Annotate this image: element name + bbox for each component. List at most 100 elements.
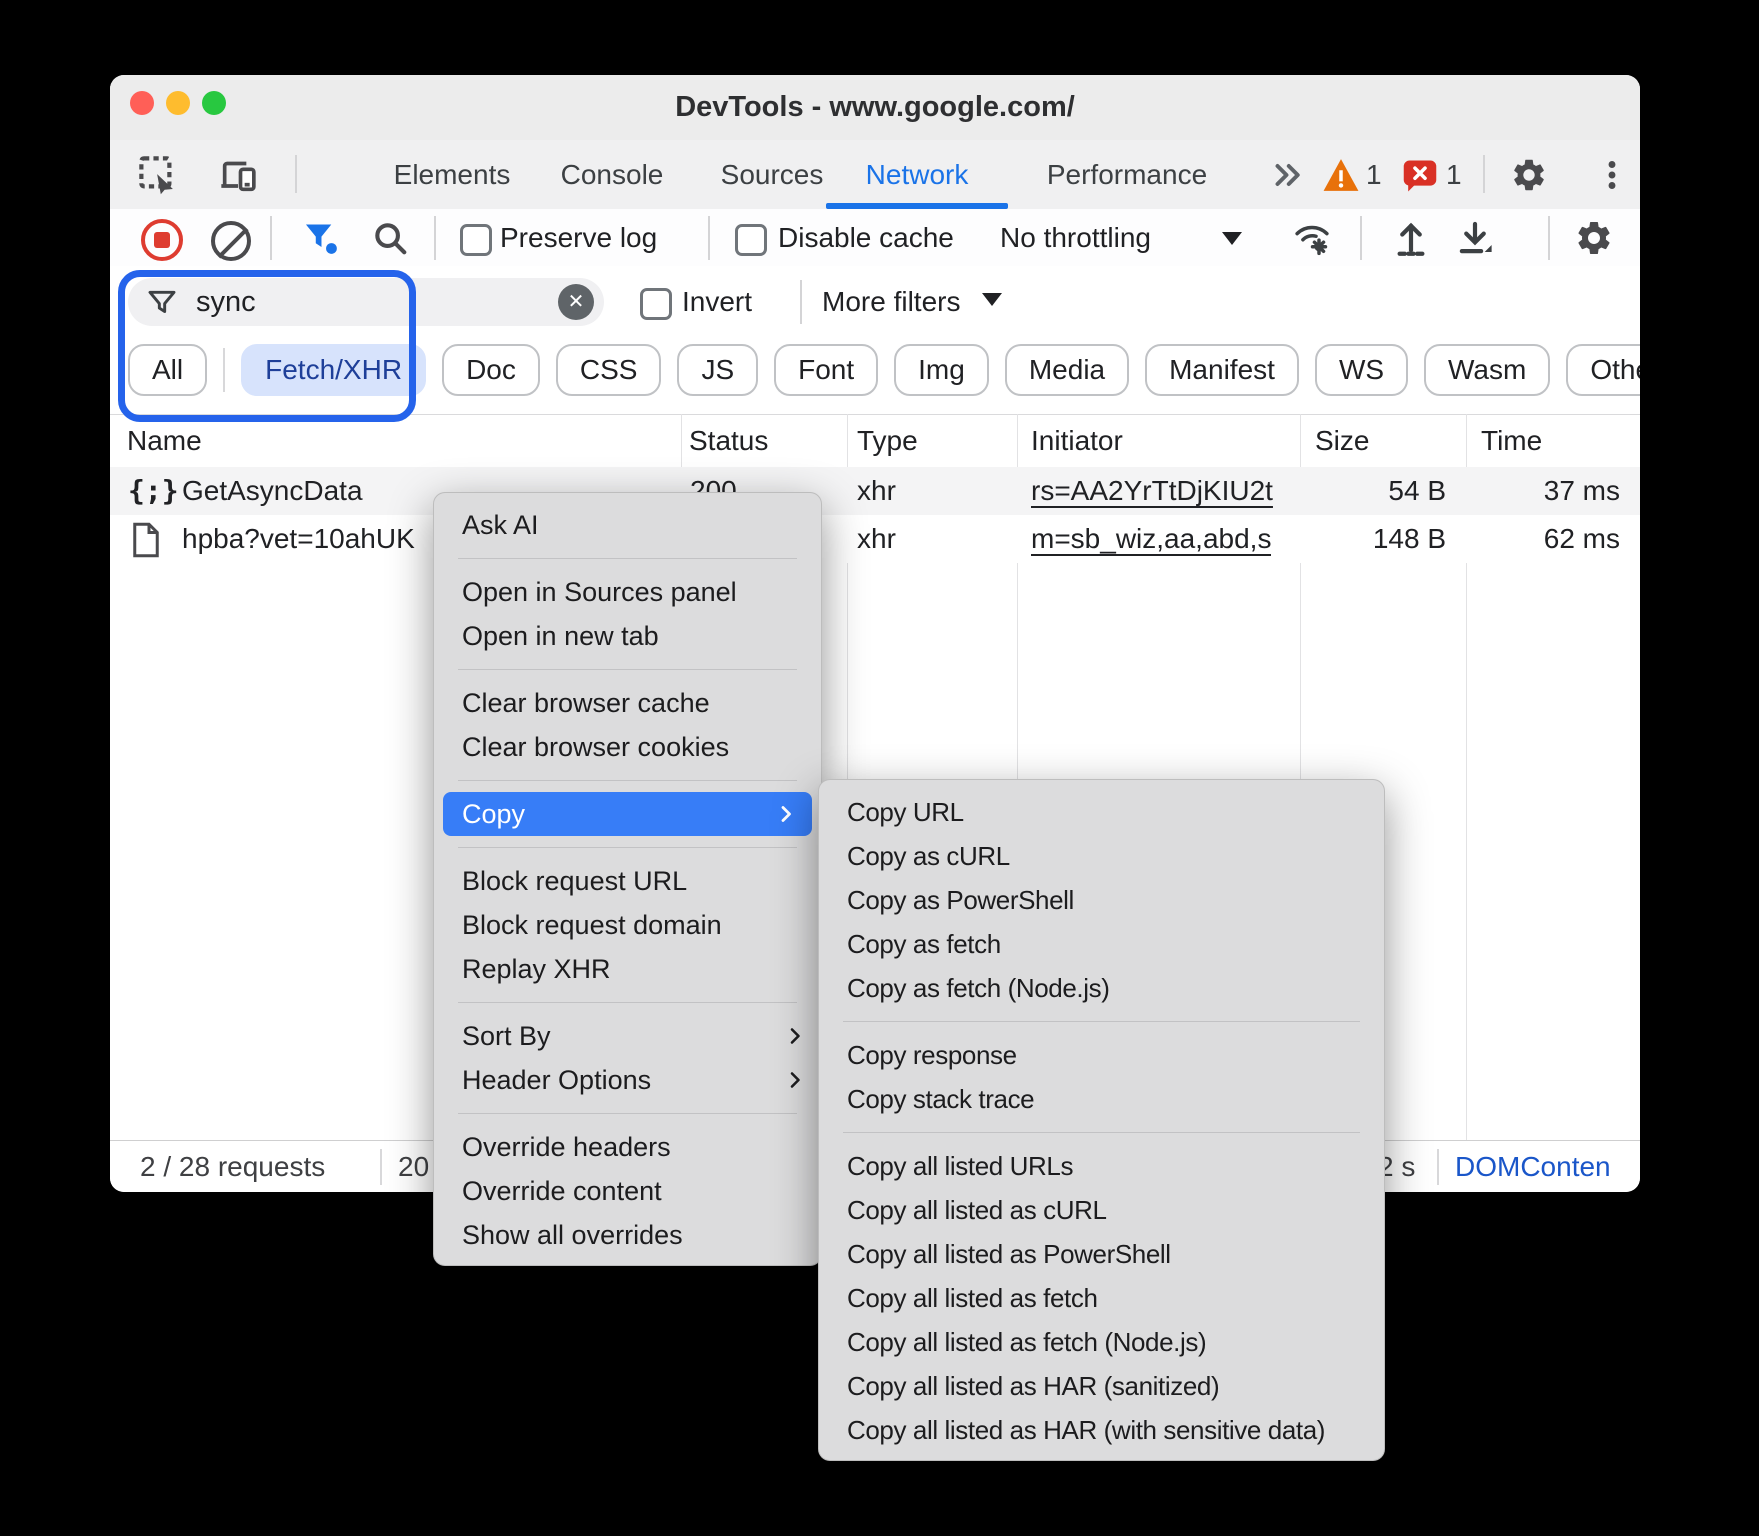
submenu-chevron-icon bbox=[783, 1024, 807, 1048]
screen: DevTools - www.google.com/ Elements Cons… bbox=[0, 0, 1759, 1536]
menu-item-replay-xhr[interactable]: Replay XHR bbox=[434, 947, 821, 991]
divider bbox=[270, 216, 272, 260]
menu-item-ask-ai[interactable]: Ask AI bbox=[434, 503, 821, 547]
menu-item-copy-all-listed-as-fetch[interactable]: Copy all listed as fetch bbox=[819, 1276, 1384, 1320]
request-initiator-link[interactable]: rs=AA2YrTtDjKIU2t bbox=[1031, 467, 1273, 515]
import-har-icon[interactable] bbox=[1390, 217, 1432, 259]
devtools-tab-bar: Elements Console Sources Network Perform… bbox=[110, 140, 1640, 210]
request-name[interactable]: hpba?vet=10ahUK bbox=[182, 515, 415, 563]
more-filters-button[interactable]: More filters bbox=[822, 278, 960, 326]
menu-item-copy-stack-trace[interactable]: Copy stack trace bbox=[819, 1077, 1384, 1121]
device-toolbar-icon[interactable] bbox=[218, 156, 258, 196]
throttling-select[interactable]: No throttling bbox=[1000, 209, 1151, 266]
disable-cache-label: Disable cache bbox=[778, 209, 954, 266]
menu-item-copy-response[interactable]: Copy response bbox=[819, 1033, 1384, 1077]
menu-item-copy-as-fetch-nodejs[interactable]: Copy as fetch (Node.js) bbox=[819, 966, 1384, 1010]
tab-network[interactable]: Network bbox=[866, 140, 969, 209]
chip-img[interactable]: Img bbox=[894, 344, 989, 396]
export-har-icon[interactable] bbox=[1454, 217, 1496, 259]
submenu-chevron-icon bbox=[783, 1068, 807, 1092]
tab-performance[interactable]: Performance bbox=[1047, 140, 1207, 209]
menu-separator bbox=[819, 1121, 1384, 1144]
more-options-icon[interactable] bbox=[1594, 156, 1630, 194]
table-row[interactable]: {;} GetAsyncData 200 xhr rs=AA2YrTtDjKIU… bbox=[110, 467, 1640, 515]
tab-elements[interactable]: Elements bbox=[394, 140, 511, 209]
chip-wasm[interactable]: Wasm bbox=[1424, 344, 1550, 396]
table-row[interactable]: hpba?vet=10ahUK xhr m=sb_wiz,aa,abd,s 14… bbox=[110, 515, 1640, 563]
chip-font[interactable]: Font bbox=[774, 344, 878, 396]
column-header-type[interactable]: Type bbox=[857, 414, 918, 467]
menu-item-show-all-overrides[interactable]: Show all overrides bbox=[434, 1213, 821, 1257]
divider bbox=[708, 216, 710, 260]
column-header-time[interactable]: Time bbox=[1481, 414, 1542, 467]
network-conditions-icon[interactable] bbox=[1291, 217, 1333, 259]
divider bbox=[295, 155, 297, 193]
network-toolbar: Preserve log Disable cache No throttling bbox=[110, 209, 1640, 267]
requests-count: 2 / 28 requests bbox=[140, 1141, 325, 1192]
divider bbox=[800, 280, 802, 324]
record-network-log-button[interactable] bbox=[141, 219, 183, 261]
error-icon[interactable] bbox=[1402, 159, 1438, 193]
request-name[interactable]: GetAsyncData bbox=[182, 467, 363, 515]
column-header-status[interactable]: Status bbox=[689, 414, 768, 467]
network-settings-gear-icon[interactable] bbox=[1574, 218, 1614, 258]
throttling-caret-icon bbox=[1222, 232, 1242, 245]
menu-item-sort-by[interactable]: Sort By bbox=[434, 1014, 821, 1058]
menu-item-clear-browser-cache[interactable]: Clear browser cache bbox=[434, 681, 821, 725]
menu-item-copy-all-listed-as-powershell[interactable]: Copy all listed as PowerShell bbox=[819, 1232, 1384, 1276]
menu-item-copy-all-listed-as-curl[interactable]: Copy all listed as cURL bbox=[819, 1188, 1384, 1232]
menu-separator bbox=[434, 769, 821, 792]
chip-ws[interactable]: WS bbox=[1315, 344, 1408, 396]
menu-item-copy-as-fetch[interactable]: Copy as fetch bbox=[819, 922, 1384, 966]
chip-doc[interactable]: Doc bbox=[442, 344, 540, 396]
menu-item-override-content[interactable]: Override content bbox=[434, 1169, 821, 1213]
chip-other[interactable]: Other bbox=[1566, 344, 1640, 396]
context-menu: Ask AI Open in Sources panel Open in new… bbox=[433, 492, 822, 1266]
divider bbox=[434, 216, 436, 260]
warning-icon[interactable] bbox=[1322, 157, 1360, 193]
tab-console[interactable]: Console bbox=[561, 140, 664, 209]
chip-css[interactable]: CSS bbox=[556, 344, 662, 396]
disable-cache-checkbox[interactable] bbox=[735, 224, 767, 256]
menu-separator bbox=[434, 1102, 821, 1125]
menu-item-override-headers[interactable]: Override headers bbox=[434, 1125, 821, 1169]
menu-separator bbox=[434, 991, 821, 1014]
menu-item-copy-all-listed-urls[interactable]: Copy all listed URLs bbox=[819, 1144, 1384, 1188]
search-icon[interactable] bbox=[371, 219, 409, 257]
menu-item-clear-browser-cookies[interactable]: Clear browser cookies bbox=[434, 725, 821, 769]
request-initiator-link[interactable]: m=sb_wiz,aa,abd,s bbox=[1031, 515, 1271, 563]
chip-manifest[interactable]: Manifest bbox=[1145, 344, 1299, 396]
request-size: 148 B bbox=[1373, 515, 1446, 563]
chip-media[interactable]: Media bbox=[1005, 344, 1129, 396]
menu-item-copy-url[interactable]: Copy URL bbox=[819, 790, 1384, 834]
error-count: 1 bbox=[1446, 140, 1462, 209]
preserve-log-checkbox[interactable] bbox=[460, 224, 492, 256]
dom-content-loaded-link[interactable]: DOMConten bbox=[1455, 1141, 1611, 1192]
menu-item-open-in-new-tab[interactable]: Open in new tab bbox=[434, 614, 821, 658]
xhr-script-icon: {;} bbox=[128, 467, 179, 515]
invert-checkbox[interactable] bbox=[640, 288, 672, 320]
menu-item-copy-as-curl[interactable]: Copy as cURL bbox=[819, 834, 1384, 878]
more-tabs-icon[interactable] bbox=[1270, 157, 1306, 193]
tab-sources[interactable]: Sources bbox=[721, 140, 824, 209]
request-size: 54 B bbox=[1388, 467, 1446, 515]
menu-item-copy-all-listed-as-fetch-nodejs[interactable]: Copy all listed as fetch (Node.js) bbox=[819, 1320, 1384, 1364]
menu-item-copy-all-listed-as-har-sanitized[interactable]: Copy all listed as HAR (sanitized) bbox=[819, 1364, 1384, 1408]
inspect-element-icon[interactable] bbox=[137, 154, 179, 196]
menu-item-copy[interactable]: Copy bbox=[443, 792, 812, 836]
column-header-size[interactable]: Size bbox=[1315, 414, 1369, 467]
menu-item-copy-as-powershell[interactable]: Copy as PowerShell bbox=[819, 878, 1384, 922]
filter-funnel-icon[interactable] bbox=[302, 219, 340, 257]
window-title: DevTools - www.google.com/ bbox=[110, 75, 1640, 140]
settings-gear-icon[interactable] bbox=[1510, 156, 1548, 194]
menu-item-copy-all-listed-as-har-sensitive[interactable]: Copy all listed as HAR (with sensitive d… bbox=[819, 1408, 1384, 1452]
clear-filter-icon[interactable]: ✕ bbox=[558, 284, 594, 320]
chip-js[interactable]: JS bbox=[677, 344, 758, 396]
clear-network-log-icon[interactable] bbox=[211, 221, 251, 261]
column-header-initiator[interactable]: Initiator bbox=[1031, 414, 1123, 467]
submenu-chevron-icon bbox=[774, 802, 798, 826]
menu-item-block-request-domain[interactable]: Block request domain bbox=[434, 903, 821, 947]
menu-item-open-in-sources-panel[interactable]: Open in Sources panel bbox=[434, 570, 821, 614]
menu-item-header-options[interactable]: Header Options bbox=[434, 1058, 821, 1102]
menu-item-block-request-url[interactable]: Block request URL bbox=[434, 859, 821, 903]
